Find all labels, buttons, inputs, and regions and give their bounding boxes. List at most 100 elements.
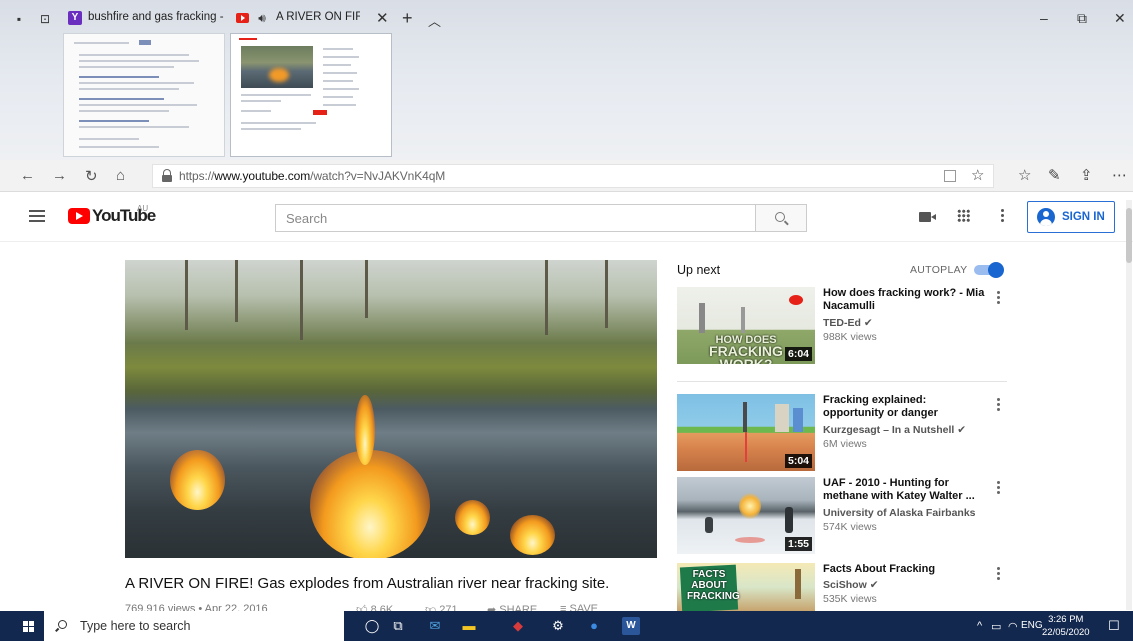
taskbar-search-placeholder: Type here to search — [80, 619, 191, 633]
close-window-button[interactable]: ✕ — [1114, 10, 1126, 27]
url-text: https://www.youtube.com/watch?v=NvJAKVnK… — [179, 169, 446, 183]
forward-arrow-icon[interactable]: → — [52, 167, 67, 184]
video-player[interactable] — [125, 260, 657, 558]
recommendation-item[interactable]: 1:55 UAF - 2010 - Hunting for methane wi… — [677, 477, 1007, 557]
language-indicator[interactable]: ENG — [1021, 620, 1043, 631]
country-code: AU — [137, 204, 149, 213]
restore-button[interactable]: ⧉ — [1077, 10, 1087, 27]
sign-in-button[interactable]: SIGN IN — [1027, 201, 1115, 233]
more-actions-icon[interactable] — [997, 567, 1000, 580]
share-icon[interactable]: ⇪ — [1080, 166, 1093, 184]
reading-view-icon[interactable] — [944, 170, 956, 182]
view-count: 535K views — [823, 593, 877, 605]
recommendation-item[interactable]: FACTS ABOUT FRACKING Facts About Fracking … — [677, 563, 1007, 611]
minimize-button[interactable]: – — [1040, 10, 1048, 26]
battery-icon[interactable]: ▭ — [991, 620, 1001, 633]
tab-preview-bushfire[interactable] — [63, 33, 225, 157]
taskbar-search-input[interactable]: Type here to search — [44, 611, 344, 641]
mail-icon[interactable]: ✉ — [426, 617, 444, 635]
tab-title: bushfire and gas fracking - — [88, 11, 224, 23]
verified-icon: ✔ — [863, 317, 873, 329]
settings-more-icon[interactable] — [1000, 209, 1004, 223]
set-aside-tabs-icon[interactable]: ⊡ — [38, 12, 52, 26]
search-placeholder: Search — [286, 211, 328, 226]
pen-icon[interactable]: ✎ — [1048, 166, 1061, 184]
notifications-icon[interactable]: ☐ — [1108, 618, 1120, 634]
create-video-icon[interactable] — [919, 212, 936, 222]
youtube-play-icon — [68, 208, 90, 224]
favorite-star-icon[interactable]: ☆ — [971, 166, 984, 184]
edge-browser-icon[interactable]: ● — [585, 617, 603, 635]
tab-actions-icon[interactable]: ▪ — [12, 12, 26, 26]
task-view-icon[interactable]: ⧉ — [389, 617, 407, 635]
speaker-icon[interactable]: 🔊︎ — [255, 11, 269, 25]
divider — [677, 381, 1007, 382]
channel-name: SciShow ✔ — [823, 579, 879, 591]
autoplay-toggle[interactable] — [974, 262, 1004, 278]
up-next-heading: Up next — [677, 263, 721, 277]
refresh-icon[interactable]: ↻ — [85, 167, 98, 185]
word-icon[interactable]: W — [622, 617, 640, 635]
tab-preview-river-on-fire[interactable] — [230, 33, 392, 157]
video-duration: 6:04 — [784, 347, 812, 361]
video-title: A RIVER ON FIRE! Gas explodes from Austr… — [125, 575, 610, 592]
search-icon — [58, 620, 67, 629]
video-thumbnail[interactable]: 5:04 — [677, 394, 815, 471]
wifi-icon[interactable]: ◠ — [1008, 620, 1018, 633]
video-thumbnail[interactable]: 1:55 — [677, 477, 815, 554]
favorites-list-icon[interactable]: ☆ — [1018, 166, 1031, 184]
settings-gear-icon[interactable]: ⚙ — [549, 617, 567, 635]
chevron-up-icon[interactable]: ︿ — [428, 11, 441, 30]
search-icon — [775, 212, 785, 222]
verified-icon: ✔ — [869, 579, 879, 591]
back-arrow-icon[interactable]: ← — [20, 167, 35, 184]
recommendation-title: How does fracking work? - Mia Nacamulli — [823, 287, 985, 312]
more-actions-icon[interactable] — [997, 291, 1000, 304]
lock-icon — [162, 169, 172, 182]
view-count: 6M views — [823, 438, 867, 450]
recommendation-item[interactable]: HOW DOES FRACKING WORK? 6:04 How does fra… — [677, 287, 1007, 367]
more-actions-icon[interactable] — [997, 398, 1000, 411]
address-bar-row: ← → ↻ ⌂ https://www.youtube.com/watch?v=… — [0, 160, 1133, 192]
more-options-icon[interactable]: ⋯ — [1112, 166, 1127, 184]
apps-grid-icon[interactable] — [957, 209, 970, 222]
verified-icon: ✔ — [957, 424, 967, 436]
recommendation-title: Fracking explained: opportunity or dange… — [823, 394, 938, 419]
security-app-icon[interactable]: ◆ — [509, 617, 527, 635]
clock-date: 22/05/2020 — [1042, 627, 1090, 638]
video-thumbnail[interactable]: HOW DOES FRACKING WORK? 6:04 — [677, 287, 815, 364]
search-button[interactable] — [755, 204, 807, 232]
recommendation-title: Facts About Fracking — [823, 563, 936, 575]
channel-name: University of Alaska Fairbanks — [823, 507, 976, 519]
video-duration: 5:04 — [784, 454, 812, 468]
youtube-header: YouTube AU Search SIGN IN — [0, 192, 1133, 242]
view-count: 988K views — [823, 331, 877, 343]
video-duration: 1:55 — [784, 537, 812, 551]
menu-hamburger-icon[interactable] — [29, 210, 45, 222]
recommendation-title: UAF - 2010 - Hunting for methane with Ka… — [823, 477, 975, 502]
channel-name: TED-Ed ✔ — [823, 317, 873, 329]
address-bar[interactable]: https://www.youtube.com/watch?v=NvJAKVnK… — [152, 164, 994, 188]
search-input[interactable]: Search — [275, 204, 755, 232]
recommendation-item[interactable]: 5:04 Fracking explained: opportunity or … — [677, 394, 1007, 474]
more-actions-icon[interactable] — [997, 481, 1000, 494]
home-icon[interactable]: ⌂ — [116, 167, 125, 184]
tab-title: A RIVER ON FIRE! G — [276, 11, 360, 23]
scrollbar-thumb[interactable] — [1126, 208, 1132, 263]
page-scrollbar[interactable] — [1126, 200, 1132, 610]
file-explorer-icon[interactable]: ▬ — [460, 617, 478, 635]
video-thumbnail[interactable]: FACTS ABOUT FRACKING — [677, 563, 815, 611]
tab-strip: ▪ ⊡ Y bushfire and gas fracking - 🔊︎ A R… — [0, 0, 1133, 160]
sign-in-label: SIGN IN — [1062, 211, 1105, 223]
clock-time: 3:26 PM — [1048, 614, 1084, 625]
new-tab-button[interactable]: + — [402, 8, 413, 29]
channel-name: Kurzgesagt – In a Nutshell ✔ — [823, 424, 967, 436]
cortana-icon[interactable]: ◯ — [363, 617, 381, 635]
windows-taskbar: Type here to search ◯ ⧉ ✉ ▬ ◆ ⚙ ● W ^ ▭ … — [0, 611, 1133, 641]
close-tab-icon[interactable]: ✕ — [376, 9, 389, 27]
windows-start-icon[interactable] — [23, 621, 34, 632]
view-count: 574K views — [823, 521, 877, 533]
tray-chevron-icon[interactable]: ^ — [977, 620, 982, 632]
system-clock[interactable]: 3:26 PM 22/05/2020 — [1042, 613, 1090, 639]
youtube-icon — [236, 13, 249, 23]
